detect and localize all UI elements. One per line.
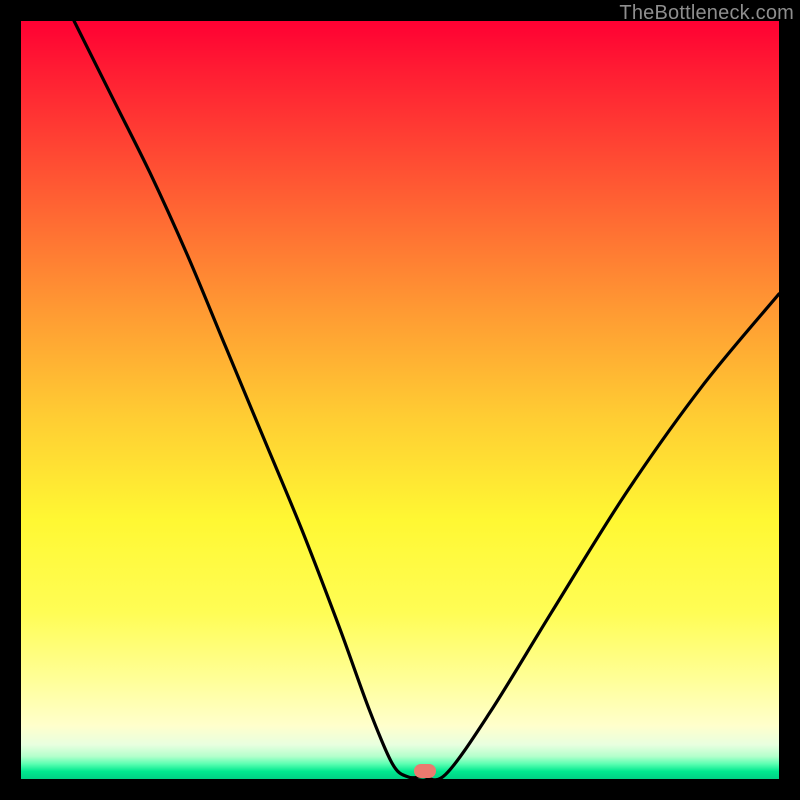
bottleneck-marker — [414, 764, 436, 778]
watermark-text: TheBottleneck.com — [619, 2, 794, 25]
bottleneck-curve — [74, 21, 779, 779]
curve-svg — [21, 21, 779, 779]
chart-plot-area — [21, 21, 779, 779]
chart-stage: TheBottleneck.com — [0, 0, 800, 800]
